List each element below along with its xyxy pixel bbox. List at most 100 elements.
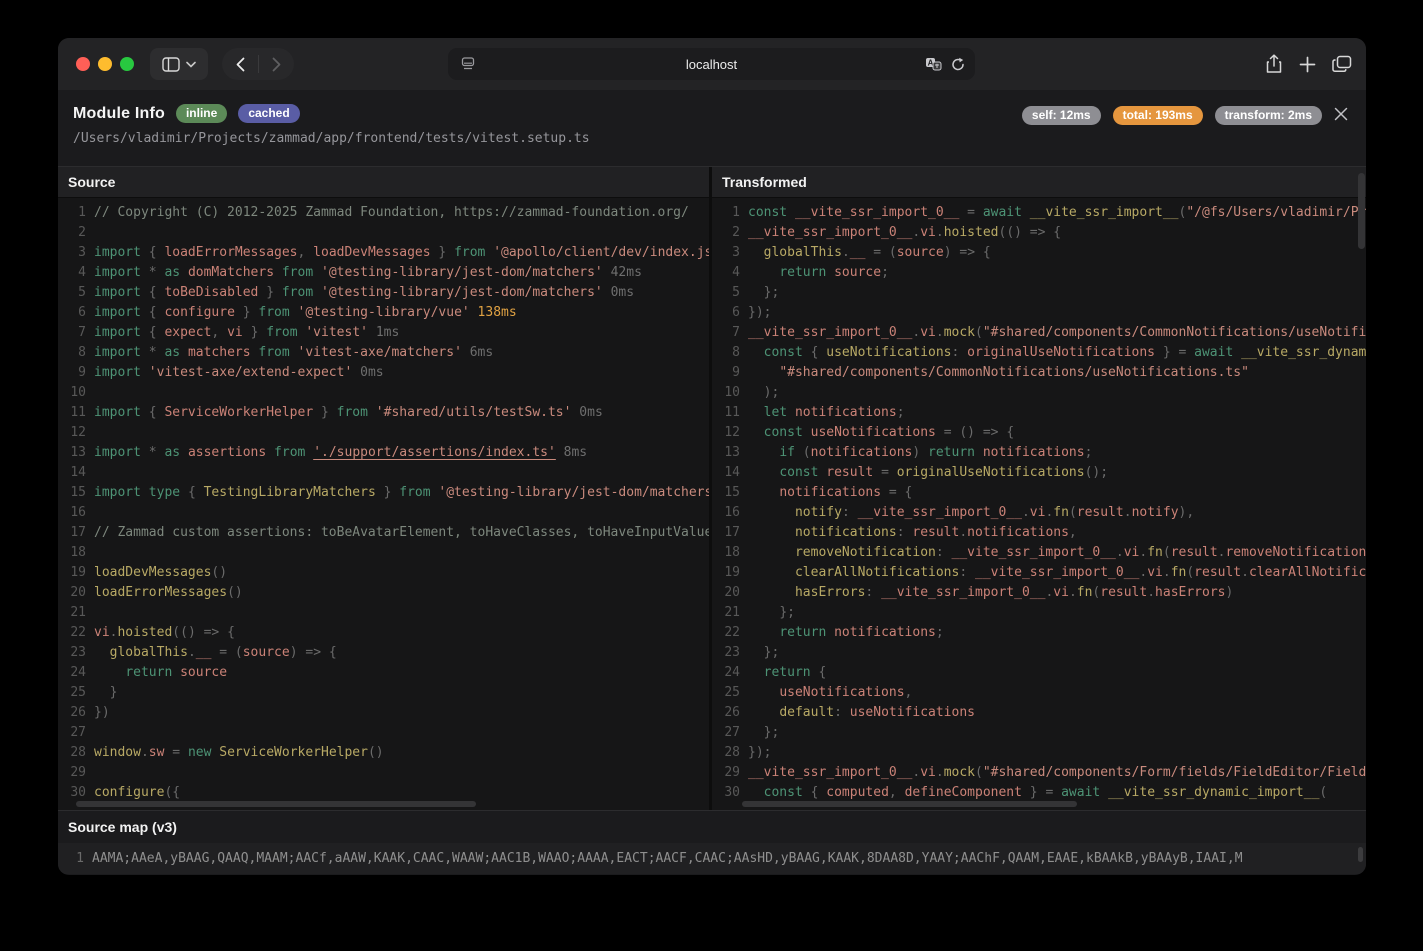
source-panel: Source 1// Copyright (C) 2012-2025 Zamma…	[58, 167, 712, 810]
close-window-button[interactable]	[76, 57, 90, 71]
code-line: 17// Zammad custom assertions: toBeAvata…	[58, 523, 709, 543]
line-number: 23	[724, 645, 740, 660]
line-number: 10	[724, 385, 740, 400]
reload-icon[interactable]	[951, 57, 965, 72]
transformed-vertical-scrollbar[interactable]	[1358, 173, 1365, 249]
line-number: 17	[70, 525, 86, 540]
sidebar-toggle-button[interactable]	[150, 48, 208, 80]
code-line: 19 loadDevMessages()	[58, 563, 709, 583]
close-icon[interactable]	[1330, 103, 1352, 125]
transformed-horizontal-scrollbar[interactable]	[742, 801, 1077, 807]
code-line: 20 hasErrors: __vite_ssr_import_0__.vi.f…	[712, 583, 1366, 603]
code-line: 4 import * as domMatchers from '@testing-…	[58, 263, 709, 283]
line-number: 2	[732, 225, 740, 240]
code-line: 17 notifications: result.notifications,	[712, 523, 1366, 543]
total-time-badge: total: 193ms	[1112, 106, 1203, 125]
line-number: 22	[724, 625, 740, 640]
sourcemap-scrollbar[interactable]	[1358, 847, 1363, 862]
self-time-badge: self: 12ms	[1021, 106, 1101, 125]
line-number: 24	[70, 665, 86, 680]
line-number: 11	[70, 405, 86, 420]
code-line: 10	[58, 383, 709, 403]
source-code[interactable]: 1// Copyright (C) 2012-2025 Zammad Found…	[58, 198, 709, 810]
line-number: 2	[78, 225, 86, 240]
code-line: 29	[58, 763, 709, 783]
transformed-code[interactable]: 1 const __vite_ssr_import_0__ = await __v…	[712, 198, 1366, 810]
line-number: 14	[70, 465, 86, 480]
code-panels: Source 1// Copyright (C) 2012-2025 Zamma…	[58, 167, 1366, 810]
tab-overview-icon[interactable]	[1332, 55, 1352, 73]
line-number: 5	[78, 285, 86, 300]
line-number: 25	[724, 685, 740, 700]
toolbar-right-buttons	[1265, 54, 1352, 74]
back-button[interactable]	[222, 48, 258, 80]
minimize-window-button[interactable]	[98, 57, 112, 71]
code-line: 8 import * as matchers from 'vitest-axe/m…	[58, 343, 709, 363]
timing-badges: self: 12ms total: 193ms transform: 2ms	[1021, 106, 1322, 125]
url-text: localhost	[685, 56, 738, 72]
source-horizontal-scrollbar[interactable]	[76, 801, 476, 807]
sourcemap-header: Source map (v3)	[58, 810, 1366, 843]
line-number: 16	[724, 505, 740, 520]
line-number: 27	[70, 725, 86, 740]
line-number: 3	[732, 245, 740, 260]
line-number: 7	[732, 325, 740, 340]
line-number: 6	[732, 305, 740, 320]
code-line: 2 __vite_ssr_import_0__.vi.hoisted(() => …	[712, 223, 1366, 243]
cached-badge: cached	[238, 104, 300, 123]
line-number: 29	[70, 765, 86, 780]
code-line: 13 if (notifications) return notificatio…	[712, 443, 1366, 463]
code-line: 27 };	[712, 723, 1366, 743]
address-bar[interactable]: localhost A	[448, 48, 975, 80]
code-line: 8 const { useNotifications: originalUseN…	[712, 343, 1366, 363]
line-number: 22	[70, 625, 86, 640]
code-line: 24 return {	[712, 663, 1366, 683]
line-number: 7	[78, 325, 86, 340]
nav-divider	[258, 55, 259, 73]
forward-button[interactable]	[258, 48, 294, 80]
line-number: 4	[78, 265, 86, 280]
line-number: 28	[724, 745, 740, 760]
code-line: 11 import { ServiceWorkerHelper } from '#…	[58, 403, 709, 423]
line-number: 25	[70, 685, 86, 700]
line-number: 9	[732, 365, 740, 380]
code-line: 30 configure({	[58, 783, 709, 803]
code-line: 14	[58, 463, 709, 483]
line-number: 30	[724, 785, 740, 800]
code-line: 4 return source;	[712, 263, 1366, 283]
line-number: 6	[78, 305, 86, 320]
line-number: 26	[724, 705, 740, 720]
translate-icon[interactable]: A	[925, 57, 942, 71]
zoom-window-button[interactable]	[120, 57, 134, 71]
code-line: 22 vi.hoisted(() => {	[58, 623, 709, 643]
sourcemap-line: 1 AAMA;AAeA,yBAAG,QAAQ,MAAM;AACf,aAAW,KA…	[58, 843, 1366, 874]
share-icon[interactable]	[1265, 54, 1283, 74]
code-line: 3 import { loadErrorMessages, loadDevMess…	[58, 243, 709, 263]
line-number: 1	[78, 205, 86, 220]
window-controls	[76, 57, 134, 71]
line-number: 19	[724, 565, 740, 580]
line-number: 20	[70, 585, 86, 600]
line-number: 21	[724, 605, 740, 620]
line-number: 17	[724, 525, 740, 540]
line-number: 15	[70, 485, 86, 500]
code-line: 1 const __vite_ssr_import_0__ = await __v…	[712, 203, 1366, 223]
line-number: 30	[70, 785, 86, 800]
code-line: 12 const useNotifications = () => {	[712, 423, 1366, 443]
code-line: 6});	[712, 303, 1366, 323]
code-line: 12	[58, 423, 709, 443]
line-number: 24	[724, 665, 740, 680]
line-number: 8	[78, 345, 86, 360]
new-tab-icon[interactable]	[1299, 56, 1316, 73]
navigation-buttons	[222, 48, 294, 80]
code-line: 9 "#shared/components/CommonNotification…	[712, 363, 1366, 383]
line-number: 27	[724, 725, 740, 740]
code-line: 14 const result = originalUseNotificatio…	[712, 463, 1366, 483]
sourcemap-title: Source map (v3)	[68, 819, 177, 835]
module-file-path: /Users/vladimir/Projects/zammad/app/fron…	[73, 131, 590, 146]
inline-badge: inline	[175, 104, 228, 123]
code-line: 30 const { computed, defineComponent } =…	[712, 783, 1366, 803]
line-number: 1	[732, 205, 740, 220]
transformed-panel: Transformed 1 const __vite_ssr_import_0__…	[712, 167, 1366, 810]
line-number: 28	[70, 745, 86, 760]
